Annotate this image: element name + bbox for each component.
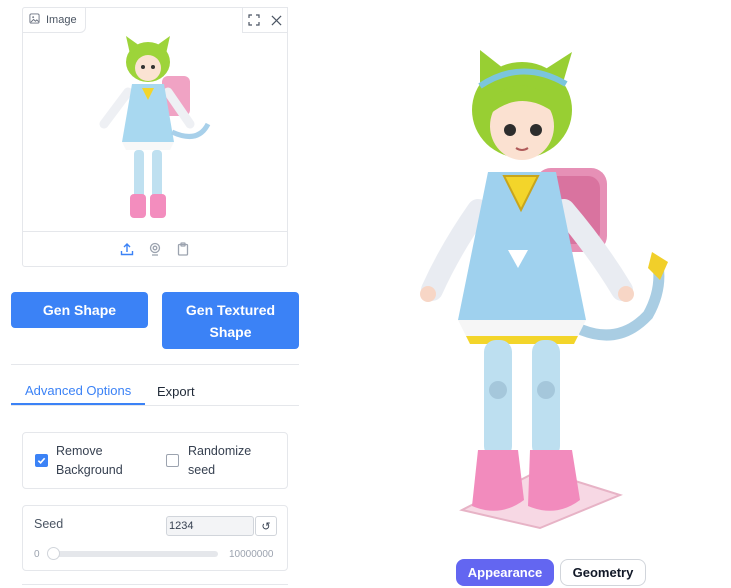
model-viewer[interactable]: [400, 40, 700, 540]
image-label-text: Image: [46, 14, 77, 26]
close-icon[interactable]: [265, 9, 287, 31]
seed-max-label: 10000000: [229, 549, 274, 560]
clipboard-icon[interactable]: [173, 239, 193, 259]
fullscreen-icon[interactable]: [243, 9, 265, 31]
tab-export[interactable]: Export: [157, 378, 195, 404]
upload-icon[interactable]: [117, 239, 137, 259]
randomize-seed-label: Randomize seed: [188, 444, 252, 477]
webcam-icon[interactable]: [145, 239, 165, 259]
reset-icon[interactable]: ↺: [255, 516, 277, 536]
section-divider: [11, 364, 299, 365]
image-controls: [242, 7, 288, 33]
seed-slider-track[interactable]: [53, 551, 218, 557]
seed-box: Seed ↺ 0 10000000: [22, 505, 288, 571]
tab-advanced-options[interactable]: Advanced Options: [11, 378, 146, 405]
randomize-seed-checkbox[interactable]: [166, 454, 179, 467]
image-label: Image: [22, 7, 86, 33]
geometry-view-button[interactable]: Geometry: [560, 559, 646, 586]
upload-source-bar: [23, 231, 287, 266]
next-section-edge: [22, 584, 288, 588]
appearance-view-button[interactable]: Appearance: [456, 559, 554, 586]
image-input-panel[interactable]: Image: [22, 7, 288, 267]
options-tabs: Advanced Options Export: [11, 378, 299, 406]
image-icon: [29, 13, 40, 27]
options-box: Remove Background Randomize seed: [22, 432, 288, 489]
seed-number-input[interactable]: [166, 516, 254, 536]
character-thumbnail: [99, 36, 211, 218]
seed-min-label: 0: [34, 549, 40, 560]
character-3d-render: [420, 50, 668, 530]
gen-shape-button[interactable]: Gen Shape: [11, 292, 148, 328]
uploaded-image-preview: [23, 32, 287, 232]
remove-background-label: Remove Background: [56, 444, 123, 477]
seed-slider-thumb[interactable]: [46, 547, 60, 560]
gen-textured-shape-button[interactable]: Gen Textured Shape: [162, 292, 299, 349]
seed-label: Seed: [34, 517, 64, 531]
remove-background-checkbox[interactable]: [35, 454, 48, 467]
